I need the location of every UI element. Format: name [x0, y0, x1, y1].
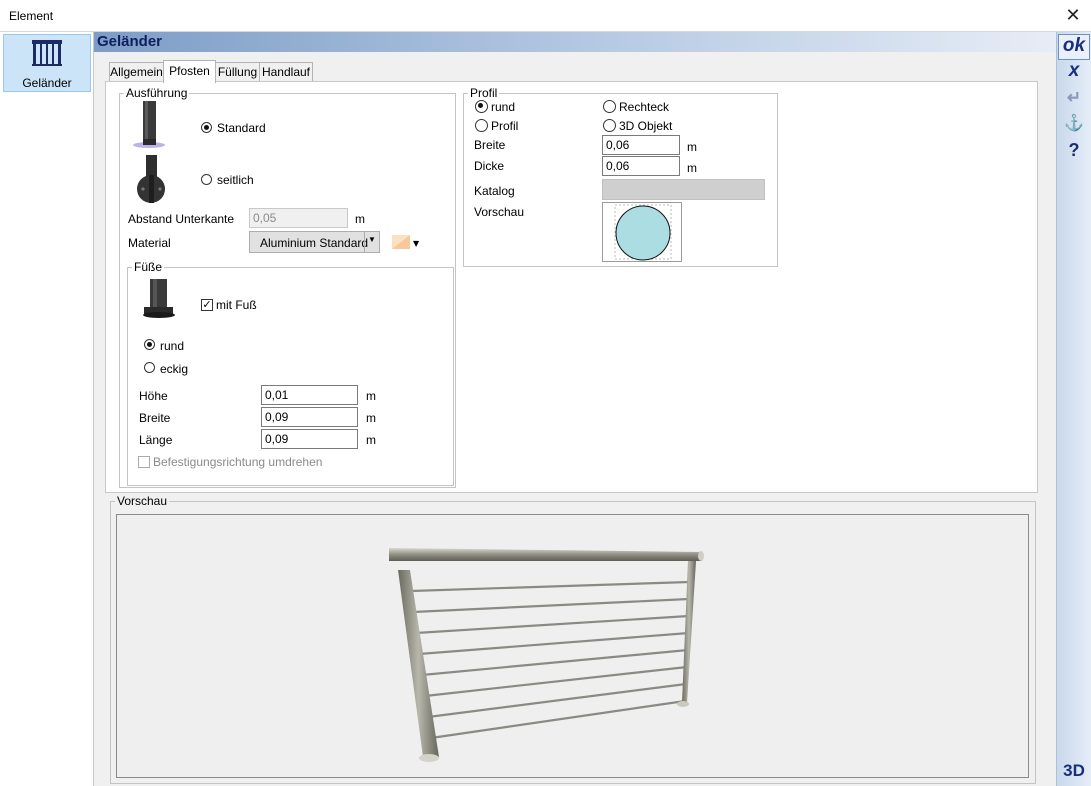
close-icon[interactable]: ✕ [1061, 4, 1085, 26]
window-title: Element [9, 9, 54, 23]
dropdown-divider [364, 232, 365, 252]
radio-fuss-eckig[interactable] [144, 362, 155, 373]
tab-pfosten[interactable]: Pfosten [163, 60, 216, 83]
radio-profil-profil-label: Profil [491, 119, 519, 133]
radio-seitlich-label: seitlich [217, 173, 254, 187]
svg-text:▼: ▼ [413, 239, 420, 248]
abstand-unterkante-label: Abstand Unterkante [128, 212, 235, 226]
material-label: Material [128, 236, 171, 250]
tab-handlauf[interactable]: Handlauf [259, 62, 313, 82]
profil-dicke-input[interactable]: 0,06 [602, 156, 680, 176]
hoehe-unit: m [366, 389, 376, 403]
fuss-breite-unit: m [366, 411, 376, 425]
laenge-label: Länge [139, 433, 173, 447]
katalog-label: Katalog [474, 184, 515, 198]
window-titlebar: Element ✕ [0, 0, 1091, 32]
radio-standard[interactable] [201, 122, 212, 133]
radio-profil-profil[interactable] [475, 119, 488, 132]
fuesse-legend: Füße [134, 260, 163, 274]
radio-seitlich[interactable] [201, 174, 212, 185]
radio-standard-label: Standard [217, 121, 266, 135]
profil-dicke-label: Dicke [474, 159, 505, 173]
tab-fuellung[interactable]: Füllung [215, 62, 260, 82]
vorschau-legend: Vorschau [117, 494, 168, 508]
material-color-picker[interactable]: ▼ [391, 233, 421, 251]
ausfuehrung-legend: Ausführung [126, 86, 188, 100]
3d-preview-viewport[interactable] [116, 514, 1029, 778]
laenge-unit: m [366, 433, 376, 447]
mit-fuss-checkbox[interactable]: ✓ [201, 299, 213, 311]
radio-fuss-rund-label: rund [160, 339, 185, 353]
anchor-button[interactable]: ⚓ [1060, 113, 1088, 135]
sidebar-item-gelaender[interactable]: Geländer [3, 34, 91, 92]
radio-profil-3d-objekt-label: 3D Objekt [619, 119, 673, 133]
railing-3d-preview [389, 548, 704, 762]
katalog-field[interactable] [602, 179, 765, 200]
ok-button[interactable]: ok [1058, 34, 1090, 60]
fuss-breite-input[interactable]: 0,09 [261, 407, 358, 427]
palette-icon: ▼ [392, 235, 420, 249]
hoehe-label: Höhe [139, 389, 168, 403]
mit-fuss-label: mit Fuß [216, 298, 257, 312]
element-sidebar: Geländer [0, 32, 94, 786]
abstand-unterkante-input[interactable]: 0,05 [249, 208, 348, 228]
radio-fuss-eckig-label: eckig [160, 362, 189, 376]
abstand-unit: m [355, 212, 365, 226]
sidebar-item-label: Geländer [22, 76, 72, 90]
profil-legend: Profil [470, 86, 498, 100]
chevron-down-icon: ▼ [368, 235, 376, 244]
tab-allgemein[interactable]: Allgemein [109, 62, 164, 82]
page-title: Geländer [97, 33, 163, 50]
apply-button[interactable]: ↵ [1060, 87, 1088, 109]
material-dropdown-value: Aluminium Standard [260, 236, 369, 250]
post-standard-image [133, 101, 165, 148]
radio-profil-rund[interactable] [475, 100, 488, 113]
befestigung-label: Befestigungsrichtung umdrehen [153, 455, 323, 469]
railing-icon [32, 40, 62, 66]
radio-profil-rechteck-label: Rechteck [619, 100, 670, 114]
foot-thumbnail [135, 279, 183, 327]
radio-profil-3d-objekt[interactable] [603, 119, 616, 132]
foot-image [143, 279, 175, 318]
profil-breite-unit: m [687, 140, 697, 154]
profil-breite-input[interactable]: 0,06 [602, 135, 680, 155]
laenge-input[interactable]: 0,09 [261, 429, 358, 449]
profil-dicke-unit: m [687, 161, 697, 175]
action-toolbar: ok x ↵ ⚓ ? 3D [1056, 32, 1091, 786]
profil-breite-label: Breite [474, 138, 506, 152]
radio-profil-rund-label: rund [491, 100, 516, 114]
radio-profil-rechteck[interactable] [603, 100, 616, 113]
radio-fuss-rund[interactable] [144, 339, 155, 350]
post-seitlich-image [137, 155, 165, 203]
fuss-breite-label: Breite [139, 411, 171, 425]
round-profile-icon [614, 204, 672, 261]
page-header: Geländer [94, 32, 1056, 52]
help-button[interactable]: ? [1060, 139, 1088, 161]
cancel-button[interactable]: x [1060, 60, 1088, 82]
profil-vorschau-label: Vorschau [474, 205, 525, 219]
3d-button[interactable]: 3D [1060, 760, 1088, 782]
befestigung-checkbox[interactable] [138, 456, 150, 468]
profil-preview-box [602, 202, 682, 262]
hoehe-input[interactable]: 0,01 [261, 385, 358, 405]
post-seitlich-thumbnail [127, 155, 175, 203]
material-dropdown[interactable]: Aluminium Standard ▼ [249, 231, 380, 253]
post-standard-thumbnail [127, 101, 175, 149]
